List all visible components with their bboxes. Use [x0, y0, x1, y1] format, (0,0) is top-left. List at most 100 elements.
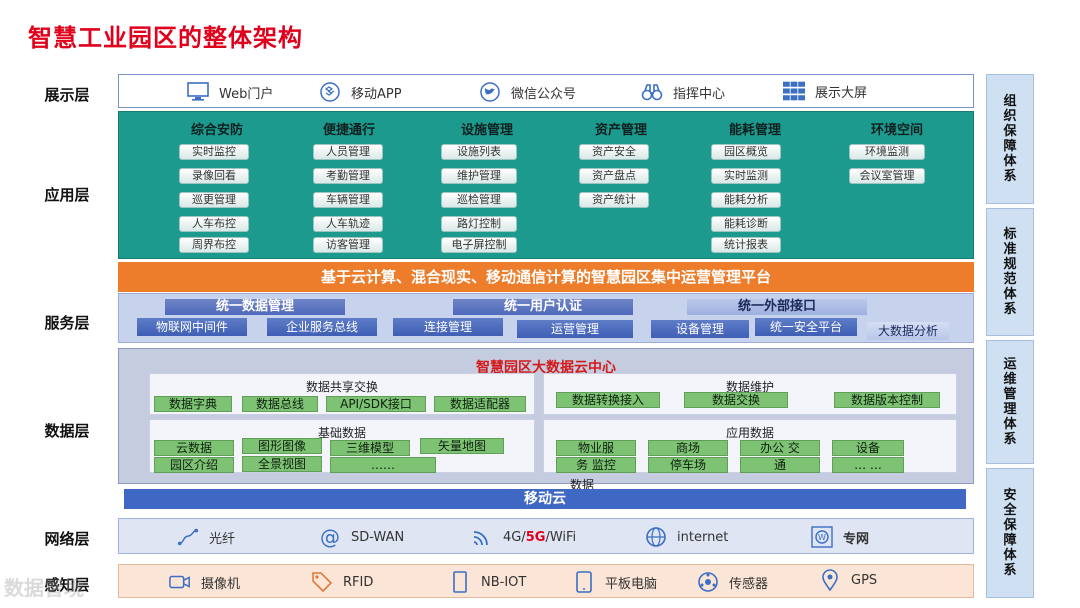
perception-item-rfid: RFID [311, 571, 373, 593]
side-box-security: 安全保障体系 [986, 468, 1034, 598]
app-item: 资产盘点 [579, 168, 649, 184]
perception-item-label: NB-IOT [481, 574, 527, 590]
display-item-screen: 展示大屏 [783, 80, 867, 102]
data-item: 停车场 [648, 457, 728, 473]
chip-icon [449, 571, 471, 593]
display-item-label: 移动APP [351, 86, 402, 102]
app-item: 访客管理 [313, 237, 383, 253]
display-item-label: 展示大屏 [815, 85, 868, 101]
layer-label-application: 应用层 [44, 186, 90, 204]
service-bottom-item: 企业服务总线 [267, 318, 377, 336]
app-item: 环境监测 [849, 144, 925, 160]
data-item: 商场 [648, 440, 728, 456]
data-item: 全景视图 [242, 456, 322, 472]
layer-label-data: 数据层 [44, 422, 90, 440]
data-app-panel: 应用数据 物业服 务 监控 数据 商场 停车场 办公 交 通 设备 … … [543, 419, 957, 492]
service-top-item: 统一数据管理 [165, 299, 345, 315]
network-item-label: 光纤 [209, 531, 236, 547]
app-item: 能耗分析 [711, 192, 781, 208]
fiber-icon [177, 526, 199, 548]
service-bottom-item: 运营管理 [517, 320, 633, 338]
app-column-head: 综合安防 [190, 123, 243, 138]
app-item: 车辆管理 [313, 192, 383, 208]
perception-item-sensor: 传感器 [697, 571, 768, 593]
app-item: 路灯控制 [441, 216, 517, 232]
tag-icon [311, 571, 333, 593]
data-item: 数据交换 [684, 392, 788, 408]
layer-label-network: 网络层 [44, 530, 90, 548]
app-item: 园区概览 [711, 144, 781, 160]
display-item-label: Web门户 [219, 86, 274, 102]
perception-layer-band: 摄像机 RFID NB-IOT 平板电脑 传感器 GPS [118, 564, 974, 598]
network-item-internet: internet [645, 526, 728, 548]
svg-text:W: W [818, 533, 826, 542]
app-item: 巡更管理 [179, 192, 249, 208]
side-box-label: 标准规范体系 [1003, 227, 1017, 317]
data-item: 三维模型 [330, 440, 410, 456]
layer-label-display: 展示层 [44, 86, 90, 104]
app-column-head: 便捷通行 [322, 123, 375, 138]
network-item-label: SD-WAN [351, 529, 405, 545]
data-item: 数据版本控制 [834, 392, 940, 408]
data-item: 园区介绍 [154, 457, 234, 473]
data-item: 设备 [832, 440, 904, 456]
data-maint-panel: 数据维护 数据转换接入 数据交换 数据版本控制 [543, 373, 957, 415]
app-item: 资产统计 [579, 192, 649, 208]
perception-item-camera: 摄像机 [169, 571, 240, 593]
dropbox-icon [319, 81, 341, 103]
network-item-wireless: 4G/5G/WiFi [471, 526, 576, 548]
app-item: 资产安全 [579, 144, 649, 160]
service-bottom-item: 大数据分析 [867, 322, 949, 340]
service-bottom-item: 设备管理 [651, 320, 749, 338]
app-item: 周界布控 [179, 237, 249, 253]
platform-band: 基于云计算、混合现实、移动通信计算的智慧园区集中运营管理平台 [118, 262, 974, 292]
camera-icon [169, 571, 191, 593]
app-item: 维护管理 [441, 168, 517, 184]
app-item: 人员管理 [313, 144, 383, 160]
data-item: 通 [740, 457, 820, 473]
app-item: 电子屏控制 [441, 237, 517, 253]
service-top-item: 统一用户认证 [453, 299, 633, 315]
side-box-label: 运维管理体系 [1003, 357, 1017, 447]
app-item: 实时监测 [711, 168, 781, 184]
service-top-item: 统一外部接口 [687, 299, 867, 315]
wifi-icon [471, 526, 493, 548]
data-item: 务 监控 [556, 457, 636, 473]
tablet-icon [573, 571, 595, 593]
network-label-part: 4G/ [503, 529, 526, 545]
app-item: 能耗诊断 [711, 216, 781, 232]
data-item: 数据适配器 [434, 396, 526, 412]
app-item: 人车布控 [179, 216, 249, 232]
data-layer-band: 智慧园区大数据云中心 数据共享交换 数据字典 数据总线 API/SDK接口 数据… [118, 348, 974, 492]
app-column-head: 能耗管理 [728, 123, 781, 138]
app-item: 实时监控 [179, 144, 249, 160]
perception-item-tablet: 平板电脑 [573, 571, 657, 593]
globe-icon [645, 526, 667, 548]
service-layer-band: 统一数据管理 统一用户认证 统一外部接口 物联网中间件 企业服务总线 连接管理 … [118, 293, 974, 343]
data-item: API/SDK接口 [326, 396, 426, 412]
perception-item-label: 平板电脑 [605, 576, 658, 592]
perception-item-label: 传感器 [729, 576, 769, 592]
app-item: 人车轨迹 [313, 216, 383, 232]
pin-icon [819, 569, 841, 591]
panel-head: 应用数据 [725, 426, 774, 440]
layer-label-service: 服务层 [44, 314, 90, 332]
perception-item-label: 摄像机 [201, 576, 241, 592]
display-item-app: 移动APP [319, 81, 402, 103]
data-item: … … [832, 457, 904, 473]
watermark: 数据智境 [4, 576, 84, 600]
data-item: …… [330, 457, 436, 473]
side-box-standards: 标准规范体系 [986, 208, 1034, 336]
data-item: 物业服 [556, 440, 636, 456]
perception-item-nbiot: NB-IOT [449, 571, 526, 593]
service-bottom-item: 连接管理 [393, 318, 503, 336]
app-item: 设施列表 [441, 144, 517, 160]
app-column-head: 设施管理 [460, 123, 513, 138]
data-item: 图形图像 [242, 438, 322, 454]
app-column-head: 环境空间 [870, 123, 923, 138]
network-label-5g: 5G [525, 529, 546, 545]
display-item-label: 指挥中心 [673, 86, 726, 102]
network-layer-band: 光纤 @ SD-WAN 4G/5G/WiFi internet W 专网 [118, 518, 974, 554]
network-label-part: /WiFi [545, 529, 577, 545]
data-item: 云数据 [154, 440, 234, 456]
